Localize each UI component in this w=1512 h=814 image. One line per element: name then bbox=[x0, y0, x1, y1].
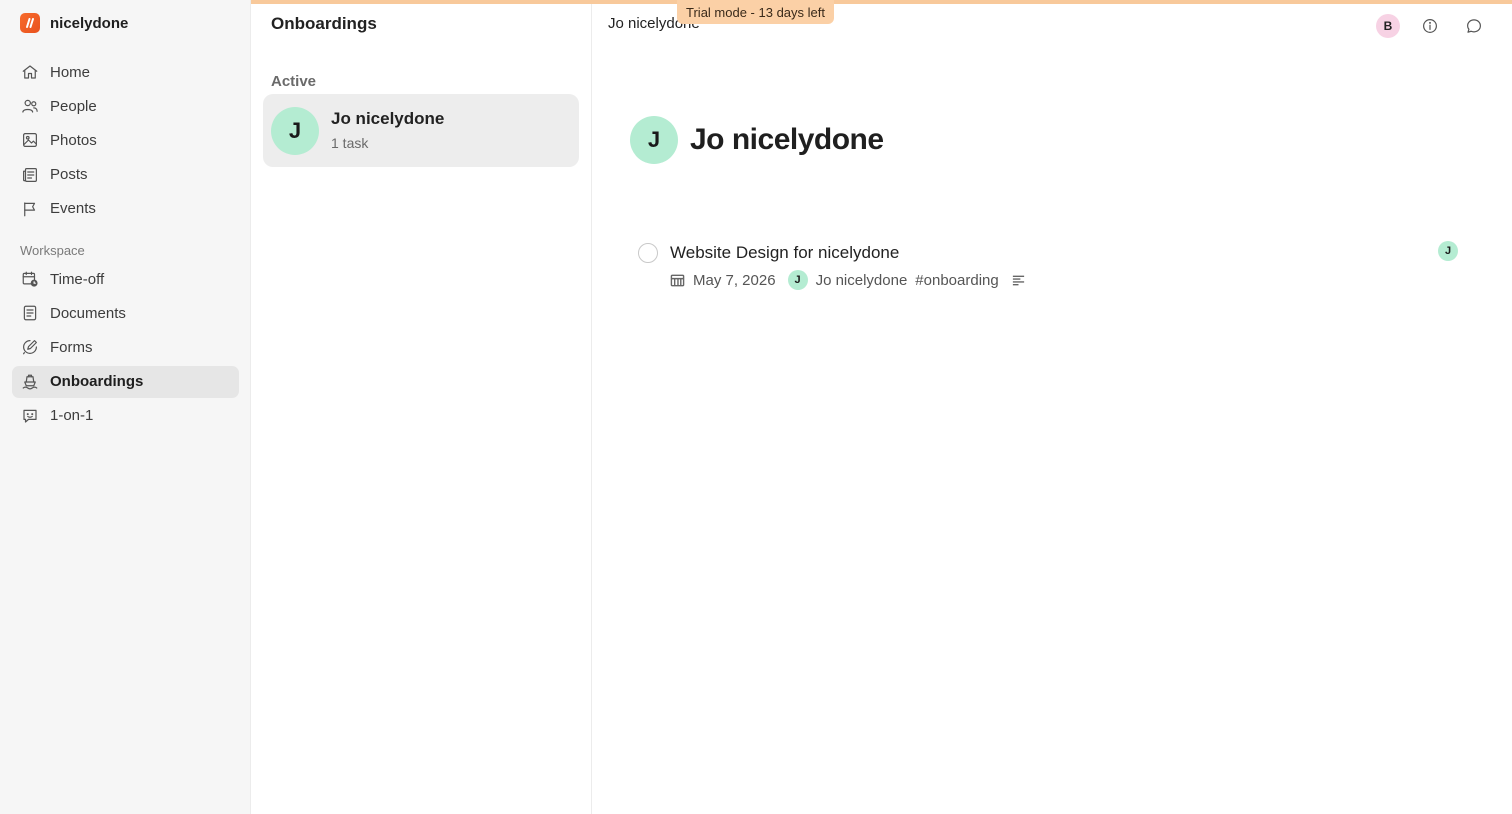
trial-strip bbox=[251, 0, 1512, 4]
top-actions: B bbox=[1376, 12, 1488, 40]
task-complete-checkbox[interactable] bbox=[638, 243, 658, 263]
sidebar-item-label: Onboardings bbox=[50, 373, 144, 391]
sidebar-item-forms[interactable]: Forms bbox=[12, 331, 239, 363]
panel-title: Onboardings bbox=[271, 14, 377, 33]
sidebar-item-label: Photos bbox=[50, 131, 97, 149]
document-icon bbox=[20, 303, 40, 323]
sidebar-item-documents[interactable]: Documents bbox=[12, 297, 239, 329]
avatar: J bbox=[787, 270, 808, 290]
task-assignee-avatar[interactable]: J bbox=[1438, 241, 1458, 261]
sidebar-item-label: Documents bbox=[50, 304, 126, 322]
photo-icon bbox=[20, 130, 40, 150]
avatar: J bbox=[630, 116, 678, 164]
people-icon bbox=[20, 96, 40, 116]
brand-logo-icon bbox=[20, 13, 40, 33]
brand[interactable]: nicelydone bbox=[20, 13, 128, 33]
calendar-clock-icon bbox=[20, 269, 40, 289]
sidebar-item-label: 1-on-1 bbox=[50, 407, 94, 425]
current-user-avatar[interactable]: B bbox=[1376, 14, 1400, 38]
sidebar-section-label: Workspace bbox=[20, 243, 85, 258]
sidebar-item-label: Time-off bbox=[50, 270, 105, 288]
onboarding-task-count: 1 task bbox=[331, 135, 369, 151]
sidebar-item-events[interactable]: Events bbox=[12, 193, 239, 225]
onboarding-card[interactable]: J Jo nicelydone 1 task bbox=[263, 94, 579, 167]
posts-icon bbox=[20, 165, 40, 185]
sidebar-item-time-off[interactable]: Time-off bbox=[12, 263, 239, 295]
info-icon bbox=[1423, 19, 1437, 33]
sidebar-item-people[interactable]: People bbox=[12, 90, 239, 122]
sidebar-item-label: Forms bbox=[50, 338, 93, 356]
calendar-icon bbox=[670, 274, 685, 286]
sidebar-item-home[interactable]: Home bbox=[12, 56, 239, 88]
task-tag[interactable]: #onboarding bbox=[915, 272, 998, 289]
sidebar-item-posts[interactable]: Posts bbox=[12, 159, 239, 191]
description-icon bbox=[1012, 275, 1024, 285]
task-title[interactable]: Website Design for nicelydone bbox=[670, 243, 899, 263]
task-row: Website Design for nicelydone May 7, 202… bbox=[638, 240, 1458, 300]
sidebar: nicelydone Home People Photos Posts Even… bbox=[0, 0, 251, 814]
section-label-active: Active bbox=[271, 73, 317, 90]
task-due-date: May 7, 2026 bbox=[693, 271, 776, 289]
onboardings-list-panel: Onboardings Active J Jo nicelydone 1 tas… bbox=[251, 0, 592, 814]
onboarding-name: Jo nicelydone bbox=[331, 109, 445, 128]
workspace-nav: Time-off Documents Forms Onboardings 1-o… bbox=[12, 263, 239, 434]
sidebar-item-label: People bbox=[50, 97, 97, 115]
onboarding-icon bbox=[20, 372, 40, 392]
task-meta: May 7, 2026 J Jo nicelydone #onboarding bbox=[670, 270, 1026, 290]
comments-button[interactable] bbox=[1460, 12, 1488, 40]
primary-nav: Home People Photos Posts Events bbox=[12, 56, 239, 227]
page-title: Jo nicelydone bbox=[690, 123, 884, 156]
sidebar-item-label: Home bbox=[50, 63, 91, 81]
sidebar-item-label: Events bbox=[50, 200, 96, 218]
task-assignee-name: Jo nicelydone bbox=[815, 271, 908, 289]
onboarding-detail: Jo nicelydone B J Jo nicelydone Website … bbox=[592, 0, 1512, 814]
sidebar-item-photos[interactable]: Photos bbox=[12, 124, 239, 156]
home-icon bbox=[20, 62, 40, 82]
form-icon bbox=[20, 337, 40, 357]
sidebar-item-onboardings[interactable]: Onboardings bbox=[12, 365, 239, 398]
sidebar-item-label: Posts bbox=[50, 166, 88, 184]
flag-icon bbox=[20, 199, 40, 219]
comment-icon bbox=[1467, 19, 1481, 33]
info-button[interactable] bbox=[1416, 12, 1444, 40]
profile-header: J Jo nicelydone bbox=[630, 116, 884, 164]
sidebar-item-1-on-1[interactable]: 1-on-1 bbox=[12, 400, 239, 432]
chat-smile-icon bbox=[20, 406, 40, 426]
brand-name: nicelydone bbox=[50, 14, 129, 32]
avatar: J bbox=[271, 107, 319, 155]
trial-banner: Trial mode - 13 days left bbox=[677, 0, 834, 24]
